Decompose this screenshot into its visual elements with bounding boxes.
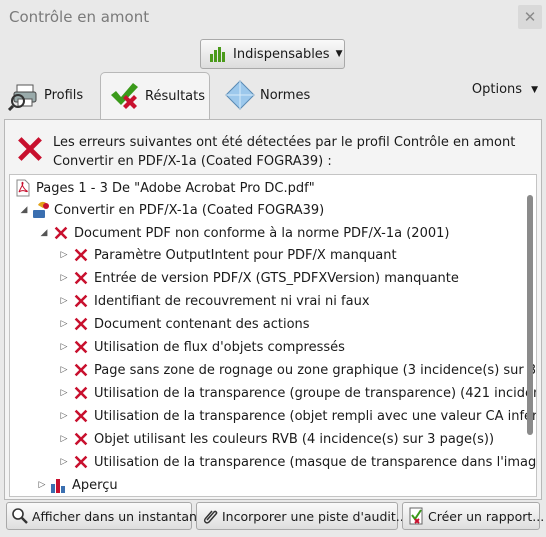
tab-normes[interactable]: Normes: [224, 72, 324, 118]
collapsed-arrow-icon: ▷: [60, 365, 68, 375]
collapsed-arrow-icon: ▷: [60, 250, 68, 260]
error-icon: [72, 430, 90, 448]
error-icon: [52, 224, 70, 242]
snapshot-button-label: Afficher dans un instantané: [32, 508, 205, 524]
close-button[interactable]: ✕: [518, 5, 542, 29]
close-icon: ✕: [523, 8, 537, 26]
tab-bar: Profils Résultats Normes: [0, 72, 546, 120]
options-menu[interactable]: Options ▼: [472, 82, 538, 97]
collapsed-arrow-icon: ▷: [60, 342, 68, 352]
tree-preview-row[interactable]: ▷ Aperçu: [36, 474, 118, 496]
collapsed-arrow-icon: ▷: [60, 434, 68, 444]
tree-error-label: Utilisation de la transparence (objet re…: [94, 408, 537, 424]
tree-error-label: Paramètre OutputIntent pour PDF/X manqua…: [94, 247, 397, 263]
tree-error-label: Utilisation de la transparence (masque d…: [94, 454, 537, 470]
tree-error-item[interactable]: ▷ Identifiant de recouvrement ni vrai ni…: [58, 290, 370, 312]
collapsed-arrow-icon: ▷: [60, 273, 68, 283]
tree-error-item[interactable]: ▷ Utilisation de la transparence (groupe…: [58, 382, 536, 404]
tab-profils-label: Profils: [44, 87, 84, 103]
error-icon: [72, 338, 90, 356]
window-title: Contrôle en amont: [9, 8, 150, 26]
category-label: Indispensables: [233, 46, 330, 62]
pdf-file-icon: [16, 179, 30, 197]
options-label: Options: [471, 82, 523, 97]
audit-trail-button-label: Incorporer une piste d'audit...: [222, 508, 408, 524]
tree-error-label: Page sans zone de rognage ou zone graphi…: [94, 362, 536, 378]
tab-normes-label: Normes: [260, 87, 311, 103]
error-icon: [72, 292, 90, 310]
collapsed-arrow-icon: ▷: [60, 296, 68, 306]
error-icon: [72, 269, 90, 287]
tree-preview-label: Aperçu: [72, 477, 118, 493]
bar-chart-icon: [210, 47, 225, 62]
printer-magnifier-icon: [8, 84, 37, 111]
report-icon: [409, 507, 423, 525]
magnifier-icon: [12, 508, 28, 524]
tree-error-label: Entrée de version PDF/X (GTS_PDFXVersion…: [94, 270, 459, 286]
tree-error-item[interactable]: ▷ Utilisation de la transparence (objet …: [58, 405, 537, 427]
expanded-arrow-icon: ◢: [20, 205, 28, 215]
collapsed-arrow-icon: ▷: [60, 411, 68, 421]
tab-profils[interactable]: Profils: [8, 72, 98, 118]
tree-error-label: Utilisation de flux d'objets compressés: [94, 339, 345, 355]
tree-error-item[interactable]: ▷ Entrée de version PDF/X (GTS_PDFXVersi…: [58, 267, 459, 289]
collapsed-arrow-icon: ▷: [60, 319, 68, 329]
category-dropdown[interactable]: Indispensables ▼: [200, 39, 345, 69]
chevron-down-icon: ▼: [335, 49, 343, 59]
results-tree[interactable]: Pages 1 - 3 De "Adobe Acrobat Pro DC.pdf…: [9, 174, 537, 497]
error-icon: [72, 407, 90, 425]
error-icon: [72, 361, 90, 379]
tree-error-label: Identifiant de recouvrement ni vrai ni f…: [94, 293, 370, 309]
tree-error-label: Objet utilisant les couleurs RVB (4 inci…: [94, 431, 495, 447]
tree-error-item[interactable]: ▷ Paramètre OutputIntent pour PDF/X manq…: [58, 244, 397, 266]
tree-error-item[interactable]: ▷ Objet utilisant les couleurs RVB (4 in…: [58, 428, 495, 450]
error-icon: [72, 384, 90, 402]
error-icon: [72, 453, 90, 471]
tree-root-label: Pages 1 - 3 De "Adobe Acrobat Pro DC.pdf…: [36, 180, 315, 196]
tree-error-item[interactable]: ▷ Utilisation de flux d'objets compressé…: [58, 336, 345, 358]
collapsed-arrow-icon: ▷: [60, 457, 68, 467]
error-message: Les erreurs suivantes ont été détectées …: [13, 132, 533, 171]
tab-resultats[interactable]: Résultats: [100, 72, 210, 120]
profile-icon: [33, 201, 49, 218]
audit-trail-button[interactable]: Incorporer une piste d'audit...: [196, 502, 408, 530]
tree-error-group-label: Document PDF non conforme à la norme PDF…: [74, 225, 450, 241]
collapsed-arrow-icon: ▷: [60, 388, 68, 398]
error-icon: [13, 132, 47, 166]
title-bar: Contrôle en amont ✕: [0, 0, 546, 34]
error-icon: [72, 246, 90, 264]
chevron-down-icon: ▼: [531, 84, 538, 95]
preview-chart-icon: [51, 479, 65, 493]
collapsed-arrow-icon: ▷: [38, 480, 46, 490]
check-error-icon: [111, 82, 138, 109]
tree-root-row[interactable]: Pages 1 - 3 De "Adobe Acrobat Pro DC.pdf…: [14, 177, 315, 199]
tree-error-label: Utilisation de la transparence (groupe d…: [94, 385, 536, 401]
tree-error-item[interactable]: ▷ Page sans zone de rognage ou zone grap…: [58, 359, 536, 381]
create-report-button-label: Créer un rapport...: [428, 508, 545, 524]
bottom-button-bar: Afficher dans un instantané Incorporer u…: [0, 500, 546, 537]
error-message-text: Les erreurs suivantes ont été détectées …: [53, 135, 516, 169]
results-panel: Les erreurs suivantes ont été détectées …: [4, 119, 542, 500]
expanded-arrow-icon: ◢: [40, 228, 48, 238]
scrollbar-thumb[interactable]: [527, 195, 533, 435]
error-icon: [72, 315, 90, 333]
tree-error-item[interactable]: ▷ Document contenant des actions: [58, 313, 310, 335]
tree-error-item[interactable]: ▷ Utilisation de la transparence (masque…: [58, 451, 537, 473]
create-report-button[interactable]: Créer un rapport...: [402, 502, 544, 530]
snapshot-button[interactable]: Afficher dans un instantané: [6, 502, 205, 530]
paperclip-icon: [203, 510, 218, 524]
tree-profile-label: Convertir en PDF/X-1a (Coated FOGRA39): [54, 202, 325, 218]
tab-resultats-label: Résultats: [145, 89, 206, 104]
tree-error-label: Document contenant des actions: [94, 316, 310, 332]
diamond-icon: [225, 80, 255, 110]
tree-error-group-row[interactable]: ◢ Document PDF non conforme à la norme P…: [38, 222, 450, 244]
tree-profile-row[interactable]: ◢ Convertir en PDF/X-1a (Coated FOGRA39): [18, 199, 324, 221]
